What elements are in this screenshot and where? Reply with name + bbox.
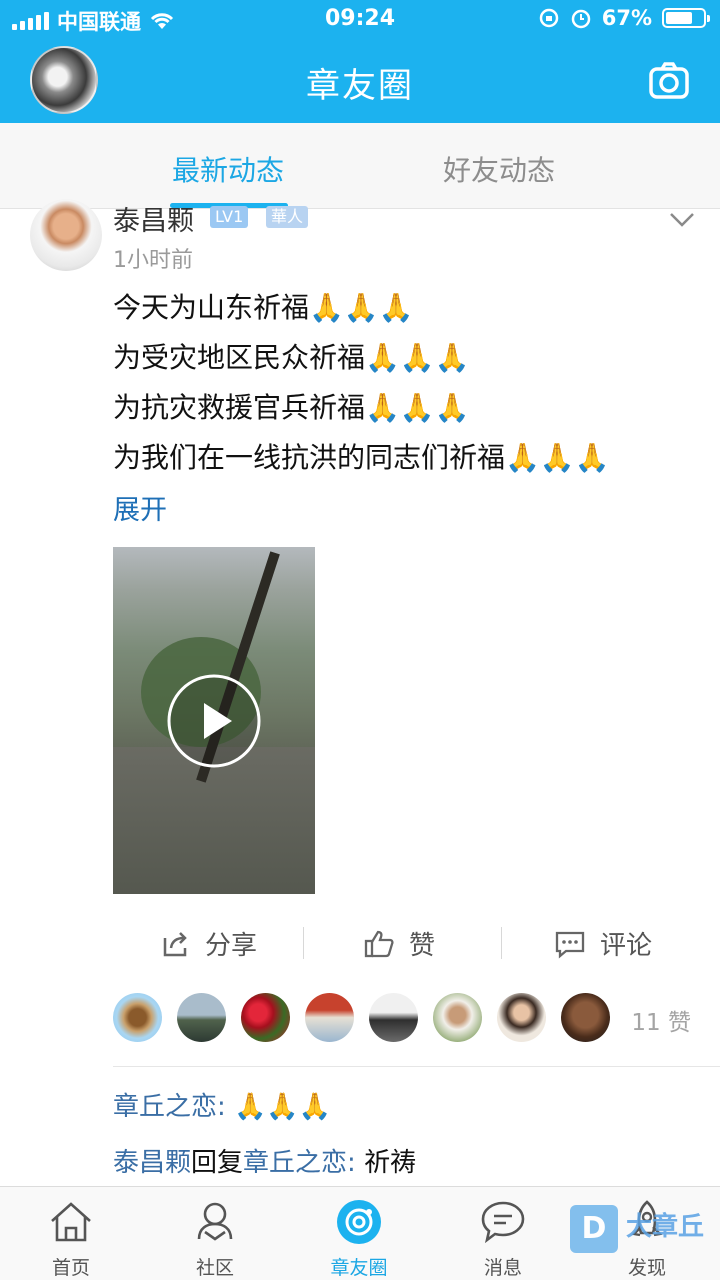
- pray-emoji: 🙏🙏🙏: [309, 291, 414, 324]
- page-title: 章友圈: [306, 66, 414, 106]
- battery-percent: 67%: [601, 6, 652, 30]
- pray-emoji: 🙏🙏🙏: [365, 391, 470, 424]
- camera-icon[interactable]: [648, 60, 690, 102]
- message-icon: [481, 1201, 525, 1244]
- home-icon: [51, 1202, 91, 1242]
- liker-avatar[interactable]: [305, 993, 354, 1042]
- level-badge: LV1: [210, 206, 249, 228]
- battery-icon: [662, 8, 710, 28]
- pray-emoji: 🙏🙏🙏: [505, 441, 610, 474]
- title-bar: 章友圈: [0, 40, 720, 123]
- comment-author[interactable]: 泰昌颗: [113, 1148, 191, 1178]
- comment-text: 祈祷: [364, 1148, 417, 1178]
- reply-word: 回复: [191, 1148, 244, 1178]
- status-bar: 中国联通 09:24 67%: [0, 0, 720, 40]
- share-button[interactable]: 分享: [159, 925, 257, 962]
- watermark-text: 大章丘: [626, 1212, 705, 1242]
- liker-avatar[interactable]: [177, 993, 226, 1042]
- liker-avatar[interactable]: [497, 993, 546, 1042]
- tag-badge: 華人: [266, 206, 309, 228]
- nav-community[interactable]: 社区: [160, 1197, 270, 1280]
- nav-circle[interactable]: 章友圈: [304, 1197, 414, 1280]
- post-content: 今天为山东祈福🙏🙏🙏 为受灾地区民众祈福🙏🙏🙏 为抗灾救援官兵祈福🙏🙏🙏 为我们…: [113, 283, 703, 483]
- rotation-lock-icon: [539, 8, 558, 28]
- post-line: 为受灾地区民众祈福🙏🙏🙏: [113, 341, 470, 374]
- post-line: 为我们在一线抗洪的同志们祈福🙏🙏🙏: [113, 441, 610, 474]
- thumbs-up-icon: [364, 930, 394, 957]
- tab-friends[interactable]: 好友动态: [443, 149, 555, 189]
- likers-row: 11 赞: [113, 993, 703, 1043]
- alarm-icon: [571, 9, 590, 29]
- community-icon: [197, 1202, 233, 1241]
- watermark-logo: D: [570, 1205, 618, 1253]
- pray-emoji: 🙏🙏🙏: [365, 341, 470, 374]
- liker-avatar[interactable]: [369, 993, 418, 1042]
- video-thumbnail[interactable]: [113, 547, 315, 894]
- nav-home[interactable]: 首页: [16, 1197, 126, 1280]
- like-button[interactable]: 赞: [363, 925, 435, 962]
- comment-item[interactable]: 泰昌颗回复章丘之恋: 祈祷: [113, 1142, 416, 1179]
- like-count[interactable]: 11 赞: [631, 1003, 691, 1037]
- expand-link[interactable]: 展开: [113, 488, 167, 527]
- nav-messages[interactable]: 消息: [448, 1197, 558, 1280]
- feed-tabs: 最新动态 好友动态: [0, 123, 720, 209]
- divider: [113, 1066, 720, 1067]
- comment-icon: [555, 931, 585, 958]
- chevron-down-icon[interactable]: [668, 210, 696, 230]
- post-line: 今天为山东祈福🙏🙏🙏: [113, 291, 414, 324]
- post-actions: 分享 赞 评论: [113, 915, 703, 971]
- reply-target[interactable]: 章丘之恋: [243, 1148, 347, 1178]
- liker-avatar[interactable]: [433, 993, 482, 1042]
- circle-icon: [337, 1200, 381, 1244]
- post-line: 为抗灾救援官兵祈福🙏🙏🙏: [113, 391, 470, 424]
- share-icon: [163, 931, 187, 956]
- comment-text: 🙏🙏🙏: [234, 1092, 332, 1122]
- play-icon[interactable]: [166, 673, 262, 769]
- comment-item[interactable]: 章丘之恋: 🙏🙏🙏: [113, 1086, 331, 1123]
- liker-avatar[interactable]: [241, 993, 290, 1042]
- comment-author[interactable]: 章丘之恋: [113, 1092, 217, 1122]
- liker-avatar[interactable]: [113, 993, 162, 1042]
- comment-button[interactable]: 评论: [554, 925, 652, 962]
- tab-latest[interactable]: 最新动态: [172, 149, 284, 189]
- watermark: D 大章丘: [570, 1200, 720, 1256]
- liker-avatar[interactable]: [561, 993, 610, 1042]
- post-time: 1小时前: [113, 248, 193, 273]
- header: 中国联通 09:24 67% 章友圈: [0, 0, 720, 123]
- author-name[interactable]: 泰昌颗: [113, 199, 194, 238]
- author-avatar[interactable]: [30, 199, 102, 271]
